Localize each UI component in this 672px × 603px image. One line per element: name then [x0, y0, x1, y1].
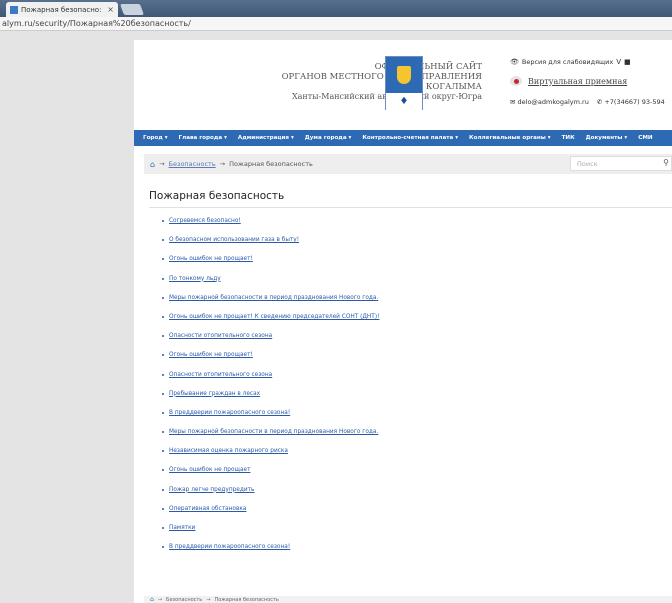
- nav-item-collegial[interactable]: Коллегиальные органы ▾: [469, 135, 551, 141]
- new-tab-button[interactable]: [119, 4, 145, 15]
- list-item[interactable]: Меры пожарной безопасности в период праз…: [161, 295, 379, 314]
- list-item[interactable]: Огонь ошибок не прощает: [161, 467, 379, 486]
- list-item[interactable]: О безопасном использовании газа в быту!: [161, 237, 379, 256]
- reception-icon: [510, 76, 522, 86]
- title-line-2: ОРГАНОВ МЕСТНОГО САМОУПРАВЛЕНИЯ: [281, 72, 482, 82]
- nav-item-city[interactable]: Город ▾: [143, 135, 168, 141]
- nav-item-tik[interactable]: ТИК: [562, 135, 575, 141]
- list-item[interactable]: Согревемся безопасно!: [161, 218, 379, 237]
- header-utilities: 👁 Версия для слабовидящих ᐯ ■ Виртуальна…: [510, 58, 672, 106]
- breadcrumb-arrow-2: →: [219, 160, 226, 168]
- search-placeholder: Поиск: [577, 160, 598, 168]
- list-item[interactable]: Памятки: [161, 525, 379, 544]
- footer-home-icon[interactable]: ⌂: [150, 596, 154, 603]
- home-icon[interactable]: ⌂: [150, 160, 155, 169]
- breadcrumb-section[interactable]: Безопасность: [169, 160, 216, 168]
- nav-item-head[interactable]: Глава города ▾: [179, 135, 227, 141]
- breadcrumb: ⌂ → Безопасность → Пожарная безопасность…: [144, 154, 672, 174]
- virtual-reception-link[interactable]: Виртуальная приемная: [510, 76, 672, 86]
- social-icon[interactable]: ■: [624, 58, 631, 66]
- list-item[interactable]: Огонь ошибок не прощает!: [161, 352, 379, 371]
- title-divider: [149, 207, 672, 208]
- city-coat-of-arms-icon[interactable]: ♦: [385, 56, 423, 110]
- eye-icon: 👁: [510, 58, 519, 66]
- nav-item-administration[interactable]: Администрация ▾: [238, 135, 294, 141]
- phone-text: +7(34667) 93-594: [604, 98, 665, 106]
- article-list: Согревемся безопасно! О безопасном испол…: [161, 218, 379, 563]
- browser-tabbar: Пожарная безопасно: ×: [0, 0, 672, 17]
- nav-item-duma[interactable]: Дума города ▾: [305, 135, 352, 141]
- title-line-1: ОФИЦИАЛЬНЫЙ САЙТ: [374, 62, 482, 72]
- list-item[interactable]: По тонкому льду: [161, 276, 379, 295]
- footer-arrow-2: →: [206, 596, 211, 603]
- region-name: Ханты-Мансийский автономный округ-Югра: [291, 92, 482, 101]
- footer-breadcrumb: ⌂ → Безопасность → Пожарная безопасность: [144, 596, 672, 603]
- list-item[interactable]: Опасности отопительного сезона: [161, 372, 379, 391]
- browser-tab[interactable]: Пожарная безопасно: ×: [6, 2, 118, 17]
- list-item[interactable]: Пребывание граждан в лесах: [161, 391, 379, 410]
- search-input[interactable]: Поиск ⚲: [570, 156, 672, 171]
- list-item[interactable]: Меры пожарной безопасности в период праз…: [161, 429, 379, 448]
- address-bar[interactable]: alym.ru/security/Пожарная%20безопасность…: [0, 17, 672, 31]
- page-title: Пожарная безопасность: [149, 190, 285, 202]
- list-item[interactable]: Независимая оценка пожарного риска: [161, 448, 379, 467]
- vk-icon[interactable]: ᐯ: [616, 58, 621, 66]
- tab-title: Пожарная безопасно:: [21, 5, 102, 14]
- site-favicon-icon: [10, 5, 18, 14]
- footer-section[interactable]: Безопасность: [166, 597, 202, 603]
- phone-link[interactable]: ✆ +7(34667) 93-594: [597, 98, 665, 106]
- title-line-3: ГОРОДА КОГАЛЫМА: [384, 82, 482, 92]
- page: ОФИЦИАЛЬНЫЙ САЙТ ОРГАНОВ МЕСТНОГО САМОУП…: [134, 40, 672, 603]
- contacts: ✉ delo@admkogalym.ru ✆ +7(34667) 93-594: [510, 98, 672, 106]
- list-item[interactable]: Огонь ошибок не прощает!: [161, 256, 379, 275]
- list-item[interactable]: Огонь ошибок не прощает! К сведению пред…: [161, 314, 379, 333]
- list-item[interactable]: Оперативная обстановка: [161, 506, 379, 525]
- low-vision-label: Версия для слабовидящих: [521, 58, 614, 66]
- email-link[interactable]: ✉ delo@admkogalym.ru: [510, 98, 589, 106]
- site-title[interactable]: ОФИЦИАЛЬНЫЙ САЙТ ОРГАНОВ МЕСТНОГО САМОУП…: [282, 62, 482, 102]
- list-item[interactable]: Пожар легче предупредить: [161, 487, 379, 506]
- main-nav: Город ▾ Глава города ▾ Администрация ▾ Д…: [134, 130, 672, 146]
- breadcrumb-current: Пожарная безопасность: [229, 160, 313, 168]
- site-header: ОФИЦИАЛЬНЫЙ САЙТ ОРГАНОВ МЕСТНОГО САМОУП…: [134, 40, 672, 130]
- reception-label: Виртуальная приемная: [528, 76, 628, 86]
- nav-item-documents[interactable]: Документы ▾: [586, 135, 628, 141]
- search-icon[interactable]: ⚲: [663, 158, 669, 167]
- low-vision-link[interactable]: 👁 Версия для слабовидящих ᐯ ■: [510, 58, 672, 66]
- nav-item-media[interactable]: СМИ: [638, 135, 652, 141]
- footer-arrow: →: [157, 596, 163, 603]
- close-tab-icon[interactable]: ×: [107, 5, 114, 14]
- list-item[interactable]: В преддверии пожароопасного сезона!: [161, 410, 379, 429]
- footer-current: Пожарная безопасность: [214, 596, 279, 603]
- email-text: delo@admkogalym.ru: [517, 98, 589, 106]
- breadcrumb-arrow: →: [159, 160, 165, 168]
- nav-item-audit-chamber[interactable]: Контрольно-счетная палата ▾: [362, 135, 458, 141]
- list-item[interactable]: В преддверии пожароопасного сезона!: [161, 544, 379, 563]
- list-item[interactable]: Опасности отопительного сезона: [161, 333, 379, 352]
